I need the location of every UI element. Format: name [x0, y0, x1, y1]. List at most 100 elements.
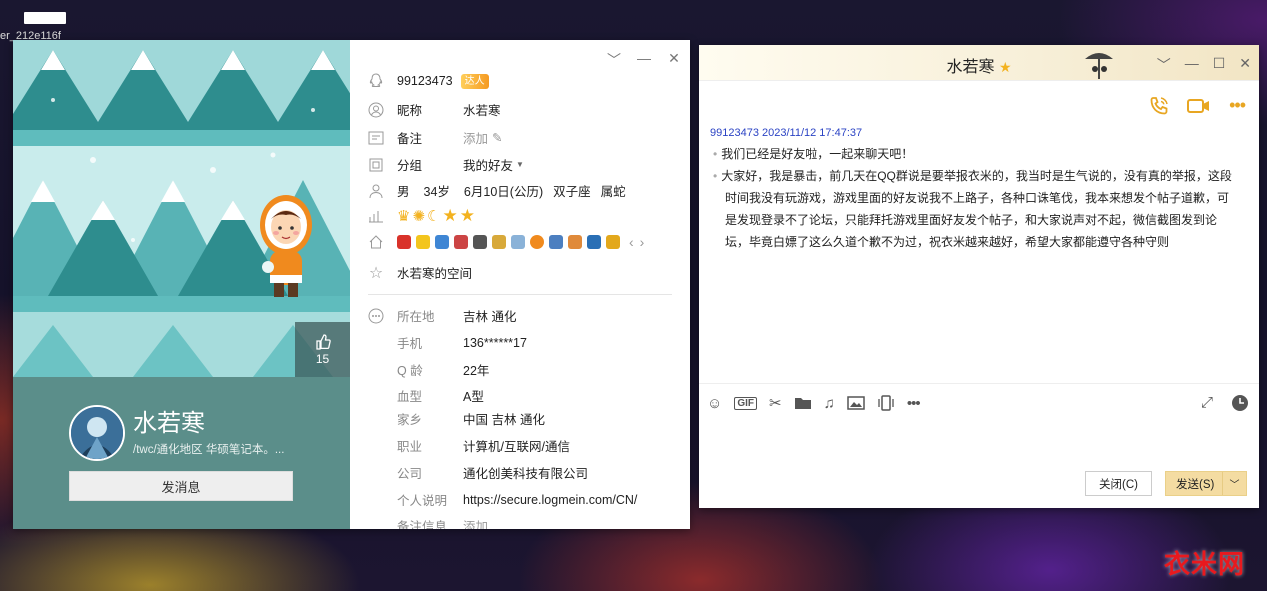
- level-chart-icon: [368, 208, 384, 224]
- face-service-icon[interactable]: [568, 235, 582, 249]
- message-line: • 大家好，我是暴击，前几天在QQ群说是要举报衣米的，我当时是生气说的，没有真的举…: [713, 165, 1232, 187]
- message-text: 大家好，我是暴击，前几天在QQ群说是要举报衣米的，我当时是生气说的，没有真的举报…: [721, 169, 1232, 183]
- header-decoration-icon: [1085, 53, 1113, 79]
- close-chat-button[interactable]: 关闭(C): [1085, 471, 1152, 496]
- service-icons-row: ‹ ›: [368, 234, 644, 250]
- qq-icon: [368, 73, 384, 89]
- game-service-icon[interactable]: [454, 235, 468, 249]
- dropdown-icon[interactable]: ﹀: [1157, 55, 1171, 75]
- bullet-icon: •: [713, 169, 718, 183]
- detail-row: 职业 计算机/互联网/通信: [368, 436, 570, 455]
- figure-service-icon[interactable]: [606, 235, 620, 249]
- dropdown-icon[interactable]: ﹀: [606, 50, 622, 70]
- chevron-left-icon[interactable]: ‹: [629, 234, 634, 250]
- sun-level-icon[interactable]: ✺: [412, 207, 425, 225]
- close-icon[interactable]: ✕: [666, 50, 682, 70]
- expand-icon[interactable]: ⤢: [1201, 394, 1213, 412]
- moon-level-icon[interactable]: ☾: [427, 207, 440, 225]
- crown-level-icon[interactable]: ♛: [397, 207, 410, 225]
- send-options-chevron-icon[interactable]: ﹀: [1222, 472, 1246, 495]
- more-tools-icon[interactable]: •••: [907, 395, 921, 412]
- message-text: 我们已经是好友啦，一起来聊天吧！: [721, 147, 914, 161]
- like-button[interactable]: 15: [295, 322, 350, 377]
- more-circle-icon[interactable]: [368, 308, 384, 324]
- star-level-icon[interactable]: ★: [460, 206, 475, 226]
- group-row: 分组 我的好友 ▼: [368, 155, 524, 174]
- note-icon: [368, 130, 384, 146]
- detail-label: 公司: [397, 467, 423, 481]
- minimize-icon[interactable]: —: [636, 50, 652, 70]
- star-level-icon[interactable]: ★: [442, 206, 457, 226]
- detail-row: 个人说明 https://secure.logmein.com/CN/: [368, 490, 637, 509]
- profile-info-panel: ﹀ — ✕ 99123473 达人 昵称 水若寒 备注 添加 ✎ 分组 我的好友…: [350, 40, 690, 529]
- space-link[interactable]: 水若寒的空间: [397, 263, 472, 282]
- detail-label: 家乡: [397, 413, 423, 427]
- add-remark-link[interactable]: 添加: [463, 128, 488, 147]
- video-call-icon[interactable]: [1187, 97, 1211, 115]
- detail-value: 136******17: [463, 335, 527, 350]
- profile-window-controls: ﹀ — ✕: [606, 50, 682, 70]
- maximize-icon[interactable]: ☐: [1213, 55, 1226, 75]
- heart-service-icon[interactable]: [397, 235, 411, 249]
- camera-service-icon[interactable]: [435, 235, 449, 249]
- phone-service-icon[interactable]: [587, 235, 601, 249]
- toolbar-right: ⤢: [1201, 394, 1249, 412]
- chevron-down-icon[interactable]: ▼: [516, 160, 524, 169]
- house-icon: [368, 234, 384, 250]
- message-line: 是发现登录不了论坛，只能拜托游戏里面好友发个帖子，和大家说声对不起，微信截图发到…: [725, 209, 1217, 231]
- detail-row: 家乡 中国 吉林 通化: [368, 409, 545, 428]
- profile-signature: /twc/通化地区 华硕笔记本。...: [133, 444, 285, 456]
- message-line: • 我们已经是好友啦，一起来聊天吧！: [713, 143, 913, 165]
- scissors-icon[interactable]: ✂: [769, 394, 782, 412]
- detail-label: 手机: [397, 337, 423, 351]
- avatar[interactable]: [69, 405, 125, 461]
- avatar-image: [71, 407, 123, 459]
- call-actions: •••: [1149, 95, 1246, 116]
- voice-call-icon[interactable]: [1149, 96, 1169, 116]
- close-icon[interactable]: ✕: [1239, 55, 1251, 75]
- send-message-button[interactable]: 发消息: [69, 471, 293, 501]
- basic-info-row: 男 34岁 6月10日(公历) 双子座 属蛇: [368, 181, 626, 200]
- person-icon: [368, 183, 384, 199]
- avatar-service-icon[interactable]: [549, 235, 563, 249]
- detail-label: Q 龄: [397, 364, 423, 378]
- folder-icon[interactable]: [794, 396, 812, 410]
- mail-service-icon[interactable]: [511, 235, 525, 249]
- pet-service-icon[interactable]: [473, 235, 487, 249]
- detail-label: 职业: [397, 440, 423, 454]
- profile-nickname: 水若寒: [133, 410, 205, 437]
- input-toolbar: ☺ GIF ✂ ♫ •••: [707, 394, 921, 413]
- chinese-zodiac: 属蛇: [600, 185, 626, 199]
- image-icon[interactable]: [847, 396, 865, 410]
- gif-icon[interactable]: GIF: [734, 396, 757, 410]
- detail-label: 血型: [397, 390, 423, 404]
- remark-row: 备注 添加 ✎: [368, 128, 503, 147]
- more-options-icon[interactable]: •••: [1229, 95, 1246, 116]
- profile-window: 15 水若寒 /twc/通化地区 华硕笔记本。... 发消息 ﹀ — ✕ 991…: [13, 40, 690, 529]
- star-service-icon[interactable]: [416, 235, 430, 249]
- shake-icon[interactable]: [877, 395, 895, 411]
- vip-badge[interactable]: 达人: [460, 73, 489, 89]
- detail-label: 备注信息: [397, 520, 448, 529]
- detail-value: 吉林 通化: [463, 310, 517, 324]
- music-icon[interactable]: ♫: [824, 395, 835, 412]
- group-select[interactable]: 我的好友: [463, 155, 513, 174]
- send-button[interactable]: 发送(S) ﹀: [1165, 471, 1247, 496]
- edit-pencil-icon[interactable]: ✎: [492, 130, 502, 145]
- detail-value[interactable]: 添加: [463, 516, 488, 529]
- music-service-icon[interactable]: [492, 235, 506, 249]
- minimize-icon[interactable]: —: [1185, 55, 1199, 75]
- chevron-right-icon[interactable]: ›: [640, 234, 645, 250]
- watermark-text: 衣米网: [1163, 550, 1245, 580]
- history-clock-icon[interactable]: [1231, 394, 1249, 412]
- detail-row: 备注信息 添加: [368, 516, 488, 529]
- message-text: 坛，毕竟白嫖了这么久道个歉不为过，祝衣米越来越好，希望大家都能遵守各种守则: [725, 235, 1170, 249]
- chat-window-controls: ﹀ — ☐ ✕: [1157, 55, 1251, 75]
- desktop-icon-label-box[interactable]: [24, 12, 66, 24]
- emoji-icon[interactable]: ☺: [707, 395, 722, 412]
- star-outline-icon: ☆: [368, 264, 384, 282]
- detail-label: 个人说明: [397, 494, 448, 508]
- message-text: 是发现登录不了论坛，只能拜托游戏里面好友发个帖子，和大家说声对不起，微信截图发到…: [725, 213, 1218, 227]
- orange-service-icon[interactable]: [530, 235, 544, 249]
- level-row: ♛ ✺ ☾ ★ ★: [368, 206, 475, 226]
